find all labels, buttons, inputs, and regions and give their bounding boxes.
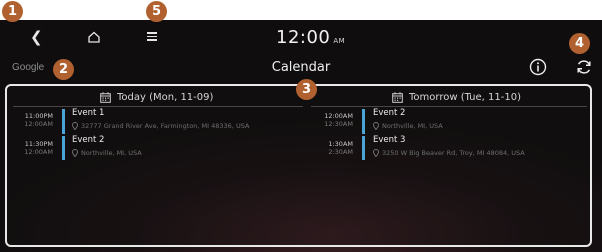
- menu-icon[interactable]: [147, 32, 157, 43]
- clock-ampm: AM: [333, 37, 346, 45]
- event-start-time: 1:30AM: [328, 140, 353, 148]
- calendar-panel: Today (Mon, 11-09) Tomorrow (Tue, 11-10)…: [5, 84, 592, 247]
- callout-badge-3: 3: [296, 79, 317, 100]
- event-title[interactable]: Event 2: [373, 108, 405, 118]
- tomorrow-divider: [311, 106, 587, 107]
- car-display-screen: ❮ 12:00 AM Google Calendar Today (Mon, 11…: [0, 20, 602, 252]
- event-color-bar: [62, 136, 65, 160]
- home-icon[interactable]: [87, 30, 101, 44]
- refresh-icon[interactable]: [575, 58, 593, 76]
- event-start-time: 12:00AM: [324, 112, 353, 120]
- event-color-bar: [62, 109, 65, 134]
- event-location: 3250 W Big Beaver Rd, Troy, MI 48084, US…: [373, 149, 525, 157]
- event-location-text: 32777 Grand River Ave, Farmington, MI 48…: [81, 122, 250, 130]
- event-location-text: 3250 W Big Beaver Rd, Troy, MI 48084, US…: [382, 149, 525, 157]
- back-icon[interactable]: ❮: [30, 30, 43, 45]
- event-end-time: 2:30AM: [328, 148, 353, 156]
- event-color-bar: [362, 136, 365, 160]
- today-header: Today (Mon, 11-09): [100, 92, 213, 103]
- event-end-time: 12:30AM: [324, 120, 353, 128]
- location-pin-icon: [373, 149, 379, 157]
- event-title[interactable]: Event 1: [72, 108, 104, 118]
- event-location: Northville, MI, USA: [373, 122, 443, 130]
- calendar-icon: [100, 92, 111, 103]
- event-start-time: 11:00PM: [24, 112, 53, 120]
- tomorrow-header: Tomorrow (Tue, 11-10): [392, 92, 521, 103]
- callout-badge-1: 1: [2, 1, 23, 22]
- event-end-time: 12:00AM: [24, 120, 53, 128]
- event-time: 12:00AM 12:30AM: [311, 112, 353, 128]
- location-pin-icon: [72, 149, 78, 157]
- today-divider: [13, 106, 303, 107]
- today-label: Today (Mon, 11-09): [117, 92, 214, 103]
- event-time: 1:30AM 2:30AM: [311, 140, 353, 156]
- event-time: 11:00PM 12:00AM: [13, 112, 53, 128]
- event-location-text: Northville, MI, USA: [81, 149, 142, 157]
- event-time: 11:30PM 12:00AM: [13, 140, 53, 156]
- callout-badge-2: 2: [53, 59, 74, 80]
- event-color-bar: [362, 109, 365, 134]
- location-pin-icon: [72, 122, 78, 130]
- event-location: 32777 Grand River Ave, Farmington, MI 48…: [72, 122, 249, 130]
- callout-badge-5: 5: [146, 1, 167, 22]
- event-location: Northville, MI, USA: [72, 149, 142, 157]
- clock: 12:00 AM: [276, 28, 345, 51]
- event-title[interactable]: Event 3: [373, 135, 405, 145]
- info-icon[interactable]: [529, 58, 547, 76]
- event-title[interactable]: Event 2: [72, 135, 104, 145]
- page-title: Calendar: [271, 60, 331, 75]
- event-start-time: 11:30PM: [24, 140, 53, 148]
- clock-time: 12:00: [276, 27, 331, 48]
- event-end-time: 12:00AM: [24, 148, 53, 156]
- location-pin-icon: [373, 122, 379, 130]
- calendar-icon: [392, 92, 403, 103]
- event-location-text: Northville, MI, USA: [382, 122, 443, 130]
- tomorrow-label: Tomorrow (Tue, 11-10): [409, 92, 521, 103]
- callout-badge-4: 4: [569, 33, 590, 54]
